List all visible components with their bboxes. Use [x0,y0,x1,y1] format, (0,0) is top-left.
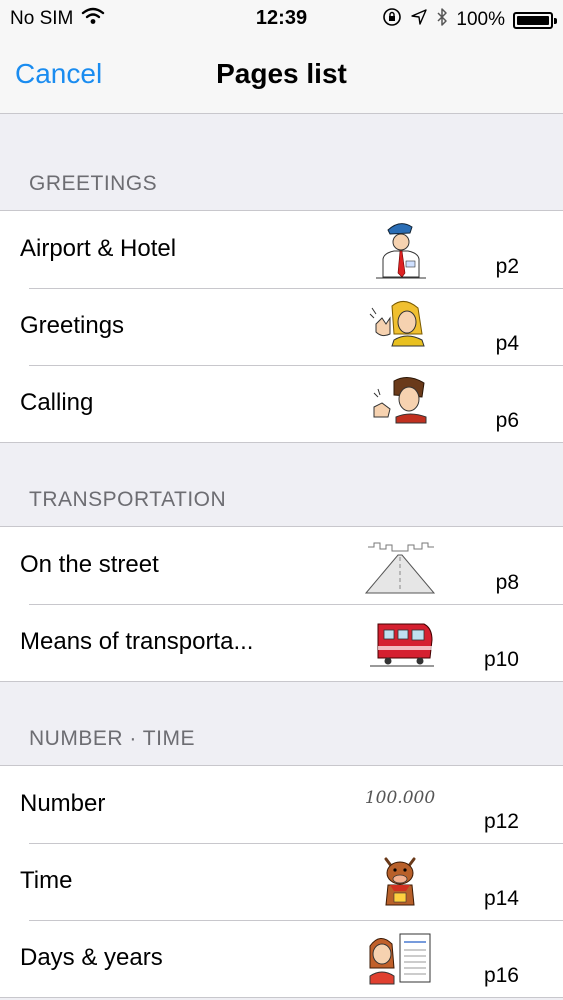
number-thumbnail-text: 100.000 [364,788,436,808]
navigation-bar: Cancel Pages list [0,38,563,114]
page-number: p14 [483,887,519,910]
officer-illustration [376,223,426,279]
list-item[interactable]: Number 100.000 p12 [0,766,563,843]
list-item-title: Airport & Hotel [20,235,177,262]
page-number: p6 [495,409,519,432]
page-title: Pages list [216,58,347,89]
list-item-title: Time [20,867,73,894]
battery-tip [554,17,557,24]
status-right: 100% [382,7,557,33]
list-item[interactable]: Airport & Hotel p2 [0,211,563,288]
location-arrow-icon [410,8,428,32]
list-item[interactable]: Calling p6 [0,365,563,442]
bluetooth-icon [436,7,448,33]
list-item[interactable]: Greetings p4 [0,288,563,365]
list-item-title: Number [20,790,106,817]
section-list-transportation: On the street p8 Means of transporta... … [0,526,563,682]
page-number: p2 [495,255,519,278]
list-item-title: Greetings [20,312,125,339]
status-bar: No SIM 12:39 100% [0,0,563,38]
waving-woman-illustration [369,301,425,347]
section-list-number-time: Number 100.000 p12 Time p14 Days & years [0,765,563,998]
street-illustration [364,542,436,594]
page-number: p12 [483,810,519,833]
train-illustration [370,623,434,667]
battery-icon [513,11,557,29]
section-list-greetings: Airport & Hotel p2 Greetings p4 Calling [0,210,563,443]
list-item-title: Means of transporta... [20,628,254,655]
orientation-lock-icon [382,7,402,33]
list-item-title: Calling [20,389,94,416]
page-number: p8 [495,571,519,594]
page-number: p4 [495,332,519,355]
list-item[interactable]: Means of transporta... p10 [0,604,563,681]
page-number: p10 [483,648,519,671]
section-header-number-time: NUMBER · TIME [29,727,195,750]
section-header-transportation: TRANSPORTATION [29,488,227,511]
list-item-title: On the street [20,551,159,578]
battery-percentage: 100% [456,9,505,30]
section-header-greetings: GREETINGS [29,172,158,195]
cow-mascot-illustration [384,857,416,906]
calling-man-illustration [373,377,427,424]
battery-level-fill [517,15,549,25]
calendar-woman-illustration [369,933,431,985]
list-item-title: Days & years [20,944,163,971]
list-item[interactable]: On the street p8 [0,527,563,604]
list-item[interactable]: Time p14 [0,843,563,920]
list-item[interactable]: Days & years p16 [0,920,563,997]
page-number: p16 [483,964,519,987]
